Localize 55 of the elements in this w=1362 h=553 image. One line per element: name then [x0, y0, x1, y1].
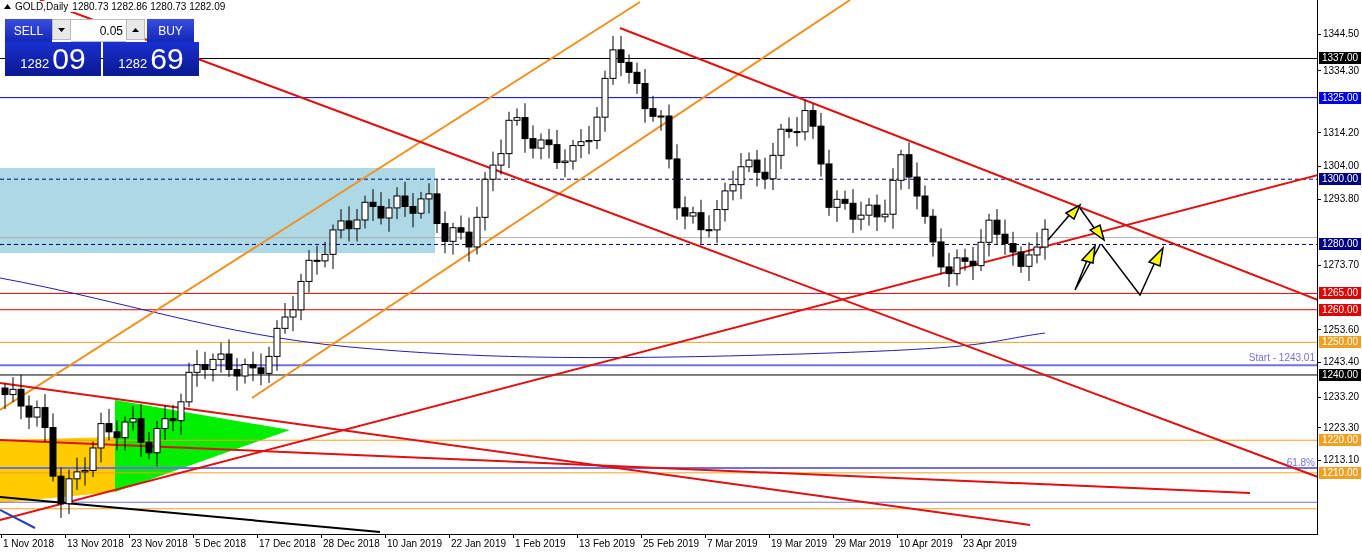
date-tick-label: 13 Nov 2018 — [66, 538, 124, 550]
price-level-tag: 1280.00 — [1319, 238, 1361, 251]
collapse-triangle-icon[interactable] — [4, 4, 11, 9]
price-level-tag: 1325.00 — [1319, 91, 1361, 104]
start-level-label: Start - 1243.01 — [1248, 352, 1315, 363]
price-level-tag: 1300.00 — [1319, 173, 1361, 186]
price-pips: 69 — [150, 44, 184, 74]
price-level-tag: 1265.00 — [1319, 287, 1361, 300]
price-tick-label: 1273.70 — [1323, 259, 1360, 271]
date-tick-label: 10 Jan 2019 — [386, 538, 443, 550]
date-tick-label: 28 Dec 2018 — [322, 538, 380, 550]
date-tick-label: 25 Feb 2019 — [642, 538, 700, 550]
symbol-title: GOLD,Daily — [15, 1, 69, 12]
price-tick-label: 1233.20 — [1323, 391, 1360, 404]
buy-button[interactable]: BUY — [147, 19, 194, 42]
decrease-lot-button[interactable] — [52, 19, 71, 40]
date-tick-label: 1 Feb 2019 — [514, 538, 566, 550]
price-tick-label: 1344.50 — [1323, 28, 1360, 40]
buy-price-panel[interactable]: 1282 69 — [103, 42, 199, 76]
date-tick-label: 1 Nov 2018 — [2, 538, 55, 550]
date-tick-label: 17 Dec 2018 — [258, 538, 316, 550]
up-triangle-icon — [132, 27, 139, 32]
date-tick-label: 13 Feb 2019 — [578, 538, 636, 550]
price-tick-label: 1304.00 — [1323, 160, 1360, 173]
price-tick-label: 1314.20 — [1323, 126, 1360, 139]
date-tick-label: 10 Apr 2019 — [898, 538, 953, 550]
price-level-tag: 1220.00 — [1319, 434, 1361, 447]
date-tick-label: 22 Jan 2019 — [450, 538, 507, 550]
price-prefix: 1282 — [118, 56, 148, 73]
price-tick-label: 1213.10 — [1323, 454, 1360, 467]
price-pips: 09 — [52, 44, 86, 74]
sell-price-panel[interactable]: 1282 09 — [5, 42, 101, 76]
price-tick-label: 1334.30 — [1323, 64, 1360, 77]
price-tick-label: 1293.80 — [1323, 193, 1360, 206]
date-tick-label: 5 Dec 2018 — [194, 538, 247, 550]
price-level-tag: 1260.00 — [1319, 303, 1361, 316]
fibonacci-level-label: 61.8% — [1286, 457, 1315, 468]
price-tick-label: 1253.60 — [1323, 323, 1360, 336]
sell-button[interactable]: SELL — [5, 19, 52, 42]
lot-size-field[interactable]: 0.05 — [71, 19, 126, 42]
price-tick-label: 1223.30 — [1323, 421, 1360, 434]
ohlc-values: 1280.73 1282.86 1280.73 1282.09 — [72, 1, 226, 12]
price-tick-label: 1243.40 — [1323, 356, 1360, 369]
price-level-tag: 1250.00 — [1319, 336, 1361, 349]
price-prefix: 1282 — [20, 56, 50, 73]
price-level-tag: 1240.00 — [1319, 368, 1361, 381]
increase-lot-button[interactable] — [126, 19, 145, 40]
date-tick-label: 19 Mar 2019 — [770, 538, 828, 550]
date-tick-label: 23 Nov 2018 — [130, 538, 188, 550]
date-tick-label: 23 Apr 2019 — [962, 538, 1017, 550]
date-tick-label: 7 Mar 2019 — [706, 538, 758, 550]
price-level-tag: 1337.00 — [1319, 52, 1361, 65]
date-tick-label: 29 Mar 2019 — [834, 538, 892, 550]
price-level-tag: 1210.00 — [1319, 466, 1361, 479]
down-triangle-icon — [58, 27, 65, 32]
